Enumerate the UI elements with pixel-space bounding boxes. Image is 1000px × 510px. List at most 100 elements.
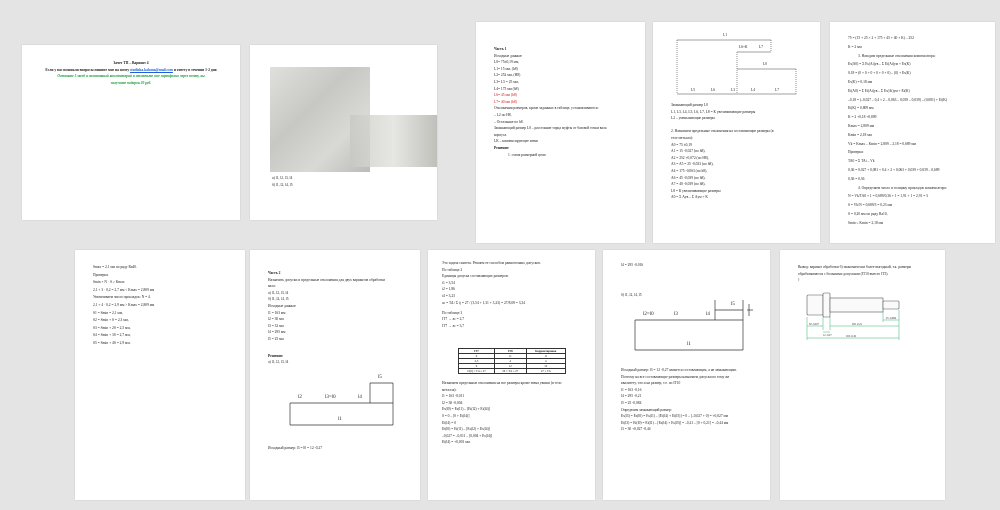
section-heading: Часть 1 bbox=[494, 47, 507, 51]
dim-label: L7 bbox=[759, 45, 763, 49]
text-line: Назначаем предельные отклонения на все р… bbox=[442, 381, 562, 385]
dimension-chain-diagram bbox=[676, 39, 797, 95]
text-line: металла): bbox=[442, 387, 457, 392]
page-6-content: Smax = 2,1 мм по ряду Ra40. Проверка: Sm… bbox=[93, 264, 154, 348]
text-line: – Остальные по h8. bbox=[494, 119, 524, 124]
page-4[interactable]: L1 L6+К L7 L0 L5 L6 L3 L4 L7 Замыкающий … bbox=[653, 22, 820, 243]
page-8-content-2: Назначаем предельные отклонения на все р… bbox=[442, 380, 561, 446]
page-2-content: а) l1, l2, l3, l4 б) l1, l2, l4, l5 bbox=[272, 175, 293, 188]
text-line: TA0 = Σ TAi – Vk bbox=[848, 159, 875, 164]
dim-label: L1 bbox=[723, 33, 727, 37]
text-line: A6 = 45 -0,039 (по h8), bbox=[671, 175, 706, 180]
text-line: 0,18 = (0 + 0 + 0 + 0 + 0 + 0) – (0) + E… bbox=[848, 71, 911, 76]
text-line: Замыкающий размер L0 – расстояние торца … bbox=[494, 126, 607, 131]
text-line: Поэтому на все составляющие размеры назн… bbox=[621, 374, 730, 379]
page-8[interactable]: Это задача синтеза. Решаем ее способом р… bbox=[428, 250, 595, 500]
page-7[interactable]: Часть 2 Назначить допуски и предельные о… bbox=[250, 250, 420, 500]
page-4-content: Замыкающий размер L0 L1, L3, L4, L5, L6,… bbox=[671, 102, 774, 201]
text-line: квалитету, что и на размер, т.е. по IT10 bbox=[621, 381, 681, 386]
text-line: корпуса. bbox=[494, 132, 508, 137]
shaft-drawing-photo bbox=[350, 115, 437, 167]
text-line: Проверка: bbox=[848, 150, 864, 155]
text-line: L6= 45 мм (h8) bbox=[494, 93, 517, 98]
text-line: A7 = 40 -0,039 (по h8), bbox=[671, 182, 706, 187]
page-5[interactable]: 75 = (15 + 25 × 2 + 175 + 45 + 40 + K) –… bbox=[830, 22, 995, 243]
list-item: 1. схема размерной цепи bbox=[508, 152, 546, 157]
text-line: l1 = 163 -0,011 bbox=[442, 394, 465, 399]
text-line: L0= 75±0,19 мм, bbox=[494, 60, 520, 65]
text-line: l1 = 163 -0,16 bbox=[621, 387, 642, 392]
dim-label: l5 bbox=[378, 375, 382, 380]
page-9[interactable]: l4 = 295 -0,016 б) l1, l2, l4, l5 l5 l2=… bbox=[603, 250, 770, 500]
text-line: A0 = 75 ±0,19 bbox=[671, 142, 692, 147]
page-title: Зачет ТП – Вариант 4 bbox=[113, 61, 149, 65]
text-line: l3 = 30 +0,027 -0,44 bbox=[621, 427, 651, 432]
dim-label: l5 bbox=[731, 302, 735, 307]
text-line: Smin + N · S ≥ Kmax bbox=[93, 280, 125, 285]
text-line: Kmax = 2,809 мм bbox=[848, 123, 875, 128]
initial-size-text: Исходный размер: l3 = l0 = 12 -0,27 bbox=[268, 446, 323, 450]
text-line: Es(l3) = Es(l0) = Es(l1) – [Ei(l4) + Ei(… bbox=[621, 414, 729, 419]
dim-label: 12 -0,27 bbox=[823, 334, 832, 337]
text-line: S = Vk/N = 0,689/3 = 0,23 мм bbox=[848, 203, 893, 208]
dim-label: l2 bbox=[298, 395, 302, 400]
page-9-content: Исходный размер: l3 = 12 -0,27 является … bbox=[621, 367, 737, 433]
text-line: Es(K) = 0,18 мм bbox=[848, 79, 873, 84]
text-line: Проверка: bbox=[93, 272, 109, 277]
contact-text-post: и ответу в течении 1-2 дня bbox=[173, 67, 217, 72]
dim-label: 30 -0,027 bbox=[809, 323, 819, 326]
text-line: теле металла): bbox=[671, 135, 693, 140]
variant-b: б) l1, l2, l4, l5 bbox=[272, 182, 293, 187]
dim-label: L0 bbox=[763, 62, 767, 66]
text-line: K = 2 мм bbox=[848, 44, 862, 49]
text-line: 2,1 + 3 · 0,2 = 2,7 мм < Kmax = 2,809 мм bbox=[93, 287, 155, 292]
dim-label: L7 bbox=[775, 88, 779, 92]
text-line: Kmin = 2,18 мм bbox=[848, 132, 872, 137]
page-1[interactable]: Зачет ТП – Вариант 4 Если у вас возникли… bbox=[22, 45, 240, 220]
text-line: Это задача синтеза. Решаем ее способом р… bbox=[442, 261, 541, 265]
shaft-drawing bbox=[806, 292, 900, 340]
text-line: i4 = 3,23 bbox=[442, 293, 455, 298]
text-line: – L2 по H8, bbox=[494, 112, 512, 117]
text-line: Ei(l0) = Ei(l1) – [Es(l2) + Es(l4)] bbox=[442, 427, 490, 432]
dim-label: L5 bbox=[691, 88, 695, 92]
text-line: L4= 175 мм (h8) bbox=[494, 86, 519, 91]
page-1-content: Зачет ТП – Вариант 4 Если у вас возникли… bbox=[22, 60, 240, 86]
dim-label: L6+К bbox=[739, 45, 748, 49]
text-line: Единицы допуска составляющих размеров: bbox=[442, 274, 509, 279]
promo-text-1: Оставьте 5 звезд и позитивный комментари… bbox=[57, 74, 205, 79]
text-line: L7= 40 мм (h8) bbox=[494, 99, 517, 104]
text-line: Исходный размер: l3 = 12 -0,27 является … bbox=[621, 368, 737, 372]
tolerance-table: IT7 IT8 Корректировка 9 11 11 2,5 4 4 9 12 10 10… bbox=[458, 348, 567, 374]
text-line: 0,36 = 0,36 bbox=[848, 176, 865, 181]
text-line: L8 = К увеличивающие размеры bbox=[671, 188, 721, 193]
text-line: L1= 15 мм, (h8) bbox=[494, 66, 518, 71]
text-line: Vk = Kmax – Kmin = 2,809 – 2,18 = 0,689 … bbox=[848, 141, 916, 146]
page-6[interactable]: Smax = 2,1 мм по ряду Ra40. Проверка: Sm… bbox=[75, 250, 245, 500]
page-5-content: 75 = (15 + 25 × 2 + 175 + 45 + 40 + K) –… bbox=[848, 34, 947, 228]
text-line: Замыкающий размер L0 bbox=[671, 103, 708, 107]
page-3[interactable]: Часть 1 Исходные данные: L0= 75±0,19 мм,… bbox=[476, 22, 645, 243]
text-line: L2 – уменьшающие размеры bbox=[671, 116, 715, 121]
text-line: i2 = 1,86 bbox=[442, 287, 455, 292]
dim-label: l4 bbox=[706, 312, 710, 317]
text-line: –0,18 = (–0,027 – 0,4 × 2 – 0,063 – 0,03… bbox=[848, 97, 948, 102]
promo-text-2: получите подарок 20 руб. bbox=[110, 80, 152, 85]
text-line: S = 0,20 мм по ряду Ra10, bbox=[848, 211, 888, 216]
text-line: A3 = A5 = 25 -0,033 (по h8), bbox=[671, 162, 714, 167]
text-line: Исходные данные: bbox=[494, 53, 523, 58]
page-2[interactable]: а) l1, l2, l3, l4 б) l1, l2, l4, l5 bbox=[250, 45, 437, 220]
text-line bbox=[671, 122, 774, 129]
text-line: l5 = 25 -0,084 bbox=[621, 400, 642, 405]
dim-label: L3 bbox=[731, 88, 735, 92]
dim-label: 295 -0,21 bbox=[852, 323, 862, 326]
text-line: ac = TΔ / Σ ij = 27 / (3,54 + 1,31 + 3,2… bbox=[442, 300, 525, 305]
text-line: Smin ≤ Kmin = 2,18 мм bbox=[848, 220, 884, 225]
page-10[interactable]: Вывод: вариант обработки б) экономически… bbox=[780, 250, 945, 500]
text-line: Es(l0) = Es(l1) – [Ei(l2) + Ei(l4)] bbox=[442, 407, 490, 412]
email-link[interactable]: studioka.kalama@mail.com bbox=[130, 68, 173, 72]
text-line: 0,36 = 0,027 + 0,081 + 0,4 × 2 + 0,063 +… bbox=[848, 167, 940, 172]
text-line: IT7 → ac = 2,7 bbox=[442, 317, 465, 322]
dim-label: 25 -0,084 bbox=[886, 317, 896, 320]
text-line: По таблице 3 bbox=[442, 310, 463, 315]
